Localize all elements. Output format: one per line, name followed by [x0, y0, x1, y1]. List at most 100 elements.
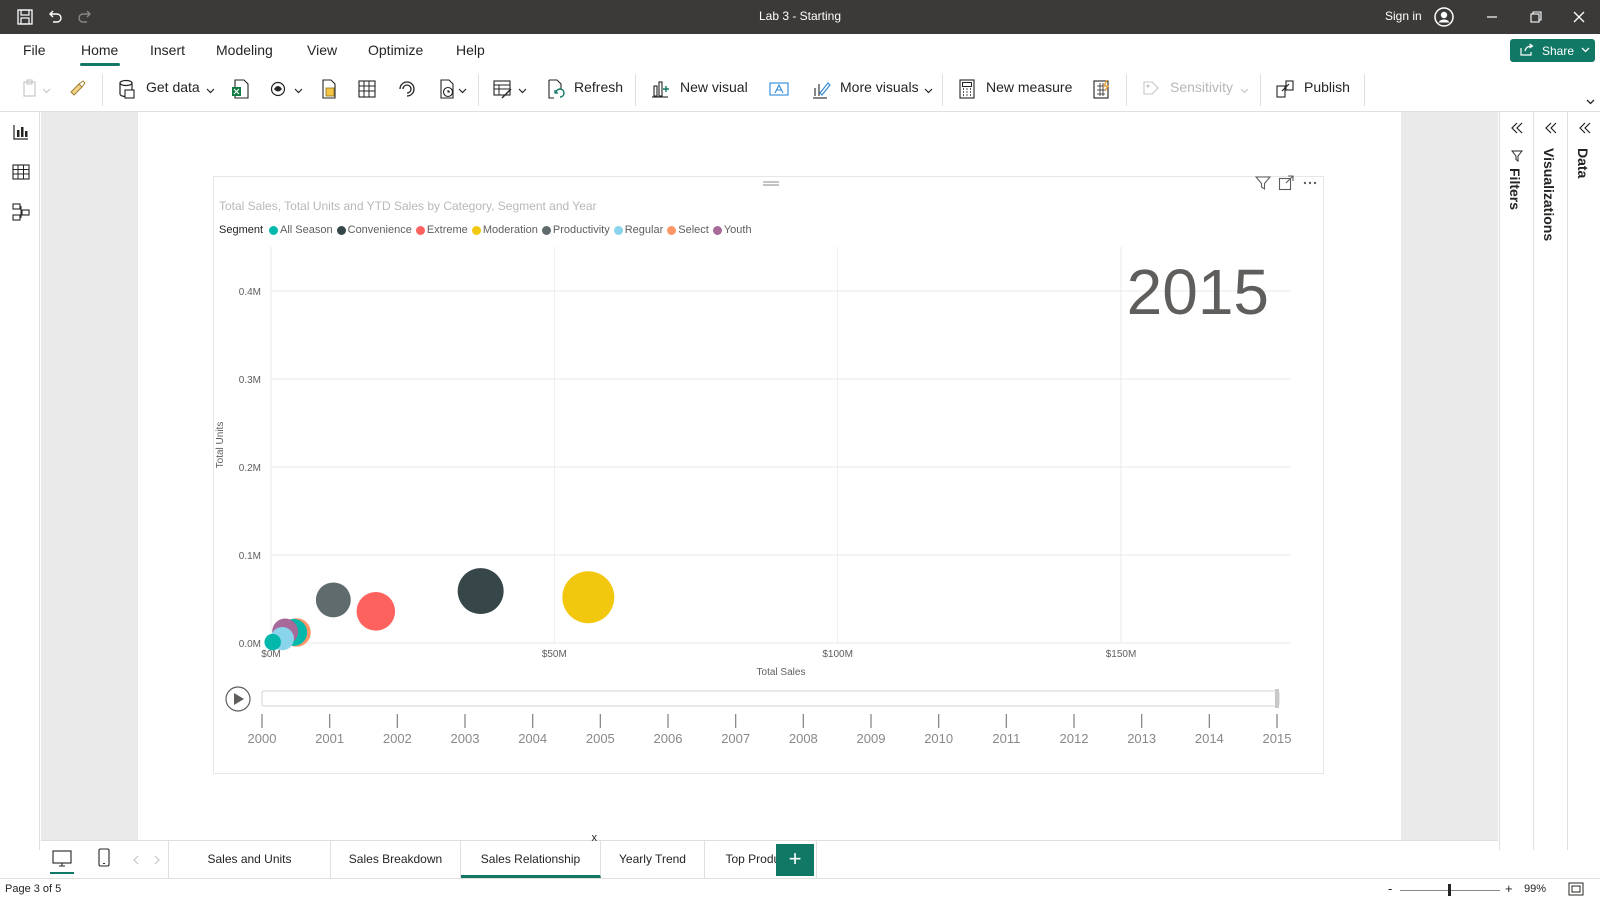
x-axis-title: Total Sales: [757, 667, 806, 678]
menu-insert[interactable]: Insert: [150, 42, 185, 58]
menu-bar: File Home Insert Modeling View Optimize …: [0, 34, 1600, 68]
play-axis-year-label: 2008: [789, 731, 818, 746]
visualizations-label: Visualizations: [1541, 148, 1557, 242]
new-visual-button[interactable]: New visual: [680, 79, 748, 95]
visualizations-pane[interactable]: Visualizations: [1533, 112, 1567, 850]
filters-pane[interactable]: Filters: [1499, 112, 1533, 850]
fit-to-page-icon[interactable]: [1568, 882, 1584, 896]
sql-server-icon[interactable]: [318, 78, 340, 100]
format-painter-icon[interactable]: [66, 78, 88, 100]
chevron-down-icon[interactable]: [206, 88, 215, 94]
chevron-down-icon[interactable]: [294, 88, 303, 94]
sensitivity-icon: [1143, 81, 1159, 95]
bubble-productivity[interactable]: [315, 582, 351, 618]
table-view-icon[interactable]: [11, 162, 31, 182]
tab-label: Sales Breakdown: [348, 852, 443, 866]
new-measure-button[interactable]: New measure: [986, 79, 1072, 95]
tab-label: Yearly Trend: [619, 852, 686, 866]
play-axis-year-label: 2013: [1127, 731, 1156, 746]
play-axis-year-label: 2000: [248, 731, 277, 746]
get-data-button[interactable]: Get data: [146, 79, 200, 95]
play-axis-year-label: 2001: [315, 731, 344, 746]
x-tick-label: $50M: [542, 649, 567, 660]
more-visuals-icon[interactable]: [810, 78, 832, 100]
bubble-moderation[interactable]: [562, 571, 615, 624]
report-view-icon[interactable]: [11, 122, 31, 142]
publish-icon[interactable]: [1274, 78, 1296, 100]
tab-label: Sales Relationship: [480, 852, 581, 866]
account-avatar-icon[interactable]: [1434, 7, 1454, 27]
data-pane[interactable]: Data: [1567, 112, 1600, 850]
refresh-icon[interactable]: [544, 78, 566, 100]
y-tick-label: 0.4M: [239, 287, 261, 298]
transform-data-icon[interactable]: [492, 78, 514, 100]
mobile-layout-icon[interactable]: [97, 848, 111, 868]
page-indicator: Page 3 of 5: [5, 883, 62, 895]
calculator-icon[interactable]: [956, 78, 978, 100]
y-tick-label: 0.1M: [239, 551, 261, 562]
onelake-icon[interactable]: [268, 78, 290, 100]
active-menu-indicator: [80, 63, 120, 66]
tab-sales-breakdown[interactable]: Sales Breakdown: [331, 841, 461, 878]
chevron-down-icon[interactable]: [518, 88, 527, 94]
status-bar: Page 3 of 5 - + 99%: [0, 878, 1600, 900]
get-data-icon[interactable]: [116, 78, 138, 100]
expand-data-icon[interactable]: [1577, 120, 1593, 136]
play-axis-year-label: 2005: [586, 731, 615, 746]
text-box-icon[interactable]: [768, 78, 790, 100]
bubble-all-season[interactable]: [264, 633, 281, 651]
publish-button[interactable]: Publish: [1304, 79, 1350, 95]
play-axis-thumb[interactable]: [1275, 689, 1279, 708]
ribbon-separator: [478, 74, 479, 106]
paste-chevron-icon[interactable]: [42, 88, 51, 94]
zoom-slider-thumb[interactable]: [1448, 884, 1451, 896]
tab-yearly-trend[interactable]: Yearly Trend: [601, 841, 705, 878]
collapse-ribbon-icon[interactable]: [1586, 99, 1595, 105]
close-tab-icon[interactable]: x: [592, 833, 598, 844]
ribbon-separator: [102, 74, 103, 106]
play-axis-track[interactable]: [261, 690, 1280, 707]
desktop-layout-icon[interactable]: [51, 849, 73, 869]
expand-visualizations-icon[interactable]: [1543, 120, 1559, 136]
tab-sales-and-units[interactable]: Sales and Units: [169, 841, 331, 878]
expand-filters-icon[interactable]: [1509, 120, 1525, 136]
enter-data-icon[interactable]: [356, 78, 378, 100]
bubble-convenience[interactable]: [457, 568, 504, 615]
chevron-down-icon[interactable]: [458, 88, 467, 94]
menu-file[interactable]: File: [23, 42, 46, 58]
share-button[interactable]: Share: [1510, 39, 1595, 62]
menu-view[interactable]: View: [307, 42, 337, 58]
menu-home[interactable]: Home: [81, 42, 118, 58]
more-visuals-button[interactable]: More visuals: [840, 79, 919, 95]
minimize-icon[interactable]: [1484, 9, 1500, 25]
restore-icon[interactable]: [1528, 9, 1544, 25]
recent-sources-icon[interactable]: [436, 78, 458, 100]
y-tick-label: 0.2M: [239, 463, 261, 474]
new-visual-icon[interactable]: [650, 78, 672, 100]
paste-icon[interactable]: [20, 78, 42, 100]
play-axis-year-label: 2012: [1060, 731, 1089, 746]
model-view-icon[interactable]: [11, 202, 31, 222]
ribbon-separator: [1364, 74, 1365, 106]
menu-help[interactable]: Help: [456, 42, 485, 58]
tab-sales-relationship[interactable]: Sales Relationship x: [461, 833, 601, 878]
dataverse-icon[interactable]: [396, 78, 418, 100]
quick-measure-icon[interactable]: [1090, 78, 1112, 100]
close-icon[interactable]: [1571, 9, 1587, 25]
zoom-out-button[interactable]: -: [1388, 881, 1392, 896]
prev-page-icon[interactable]: [132, 855, 140, 865]
next-page-icon[interactable]: [153, 855, 161, 865]
refresh-button[interactable]: Refresh: [574, 79, 623, 95]
view-switcher-rail: [0, 112, 40, 850]
sign-in-link[interactable]: Sign in: [1385, 9, 1422, 23]
menu-optimize[interactable]: Optimize: [368, 42, 423, 58]
menu-modeling[interactable]: Modeling: [216, 42, 273, 58]
add-page-button[interactable]: +: [776, 844, 814, 876]
excel-icon[interactable]: [230, 78, 252, 100]
scatter-chart-visual[interactable]: Total Sales, Total Units and YTD Sales b…: [213, 175, 1324, 774]
bubble-extreme[interactable]: [356, 592, 396, 631]
zoom-in-button[interactable]: +: [1505, 881, 1513, 896]
chevron-down-icon[interactable]: [924, 88, 933, 94]
data-label: Data: [1575, 148, 1591, 179]
chevron-down-icon: [1581, 47, 1590, 53]
